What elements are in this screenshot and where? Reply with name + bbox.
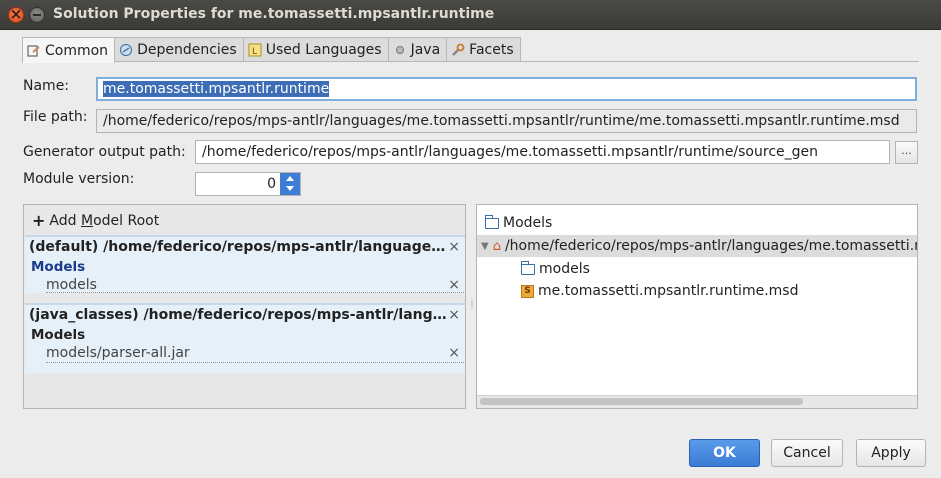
folder-icon [485,214,499,229]
entry-divider [46,362,466,363]
module-version-value: 0 [267,176,276,192]
model-roots-panel: + Add Model Root (default) /home/federic… [23,204,466,409]
remove-model-icon[interactable]: × [448,345,460,361]
tab-java-label: Java [410,42,441,58]
tab-common[interactable]: Common [22,37,116,63]
entry-divider [46,292,466,293]
tab-used-languages[interactable]: L Used Languages [242,37,389,62]
filepath-field[interactable]: /home/federico/repos/mps-antlr/languages… [96,109,917,133]
apply-button[interactable]: Apply [856,439,926,467]
add-model-root-button[interactable]: + Add Model Root [32,211,160,230]
dependencies-icon [119,43,133,57]
horizontal-scrollbar[interactable] [477,395,917,408]
spinner-up-icon[interactable] [286,176,294,181]
remove-root-icon[interactable]: × [448,239,460,255]
generator-path-value: /home/federico/repos/mps-antlr/languages… [202,144,819,160]
tree-node-label: models [539,261,590,277]
tab-divider [22,61,919,62]
plus-icon: + [32,211,46,230]
svg-text:L: L [252,47,257,57]
tab-facets[interactable]: Facets [446,37,521,62]
generator-path-label: Generator output path: [23,144,186,160]
minimize-window-button[interactable] [29,7,45,23]
title-bar: Solution Properties for me.tomassetti.mp… [0,0,941,30]
scrollbar-thumb[interactable] [480,398,803,405]
folder-icon [521,260,535,275]
tree-path-node[interactable]: ▼ ⌂ /home/federico/repos/mps-antlr/langu… [477,235,917,257]
msd-file-icon: S [521,284,534,298]
name-field-value: me.tomassetti.mpsantlr.runtime [103,81,330,97]
add-model-root-mnemonic: M [80,213,94,229]
remove-root-icon[interactable]: × [448,307,460,323]
module-version-spinner[interactable]: 0 [195,172,301,196]
spinner-down-icon[interactable] [286,186,294,191]
module-version-label: Module version: [23,171,135,187]
tab-used-languages-label: Used Languages [265,42,382,58]
tab-dependencies-label: Dependencies [137,42,237,58]
facets-icon [451,43,465,57]
ok-button[interactable]: OK [689,439,760,467]
tree-path-label: /home/federico/repos/mps-antlr/languages… [504,238,917,254]
model-root-entry[interactable]: (default) /home/federico/repos/mps-antlr… [25,235,466,293]
add-model-root-label: Add Model Root [49,213,160,229]
filepath-field-value: /home/federico/repos/mps-antlr/languages… [103,113,900,129]
generator-path-field[interactable]: /home/federico/repos/mps-antlr/languages… [195,140,890,164]
tab-facets-label: Facets [469,42,514,58]
languages-icon: L [248,43,262,57]
java-icon [393,43,407,57]
tab-java[interactable]: Java [387,37,448,62]
model-root-header: (default) /home/federico/repos/mps-antlr… [29,239,449,255]
tree-node-msd[interactable]: S me.tomassetti.mpsantlr.runtime.msd [521,280,798,302]
name-field[interactable]: me.tomassetti.mpsantlr.runtime [96,77,917,101]
tree-node-label: me.tomassetti.mpsantlr.runtime.msd [538,283,799,299]
models-section-label: Models [31,259,86,275]
tab-dependencies[interactable]: Dependencies [114,37,244,62]
window-title: Solution Properties for me.tomassetti.mp… [53,6,495,22]
common-icon [27,44,41,58]
tab-bar: Common Dependencies L Used Languages Jav… [22,37,521,63]
model-item[interactable]: models/parser-all.jar [46,345,190,361]
tree-root-models[interactable]: Models [485,212,552,234]
model-root-entry[interactable]: (java_classes) /home/federico/repos/mps-… [25,303,466,373]
models-section-label: Models [31,327,86,343]
panel-splitter[interactable]: ⋮ ⋮ [468,298,476,310]
model-item[interactable]: models [46,277,97,293]
cancel-button[interactable]: Cancel [771,439,843,467]
model-root-header: (java_classes) /home/federico/repos/mps-… [29,307,449,323]
tree-root-label: Models [503,215,553,231]
remove-model-icon[interactable]: × [448,277,460,293]
browse-button[interactable]: ... [895,141,918,164]
spinner-buttons[interactable] [280,173,300,195]
name-label: Name: [23,78,70,94]
close-window-button[interactable] [8,5,24,23]
filepath-label: File path: [23,109,88,125]
tab-common-label: Common [45,42,109,59]
models-tree-panel: Models ▼ ⌂ /home/federico/repos/mps-antl… [476,204,918,409]
home-icon: ⌂ [492,238,501,254]
expand-triangle-icon[interactable]: ▼ [481,241,489,252]
tree-node-models[interactable]: models [521,258,590,280]
